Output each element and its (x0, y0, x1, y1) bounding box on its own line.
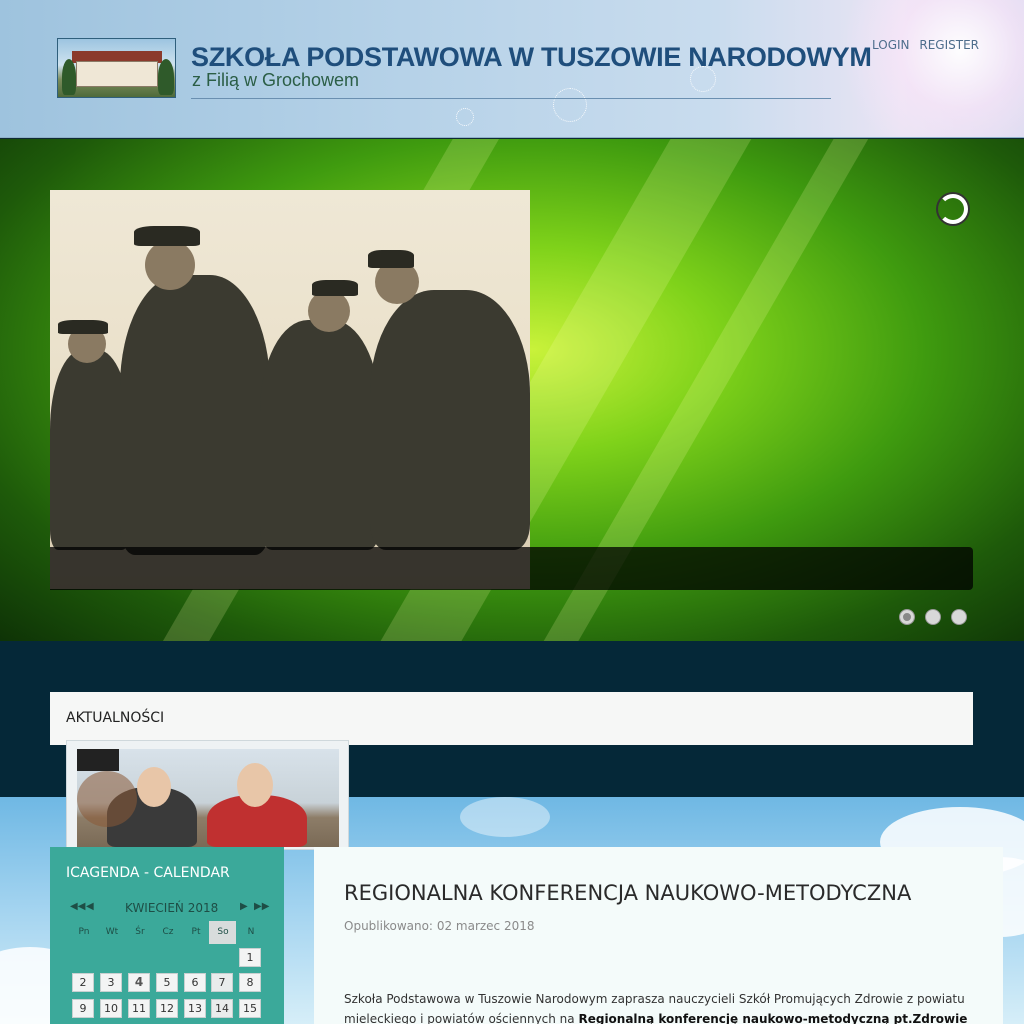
calendar-day[interactable]: 13 (184, 999, 206, 1018)
news-thumbnail[interactable] (66, 740, 349, 850)
calendar-dayname: Cz (162, 927, 174, 937)
register-link[interactable]: REGISTER (919, 38, 979, 52)
photo-figure-cap (312, 280, 358, 296)
prev-year-icon[interactable]: ◀◀ (70, 901, 85, 912)
calendar-day[interactable]: 15 (239, 999, 261, 1018)
title-divider (191, 98, 831, 99)
calendar-day[interactable]: 11 (128, 999, 150, 1018)
next-month-icon[interactable]: ▶ (240, 901, 248, 912)
published-label: Opublikowano: (344, 919, 433, 933)
calendar-day[interactable]: 5 (156, 973, 178, 992)
slide-caption-bar (50, 547, 973, 590)
calendar-day[interactable]: 12 (156, 999, 178, 1018)
calendar-day[interactable]: 3 (100, 973, 122, 992)
article-text-line: mieleckiego i powiatów ościennych na Reg… (344, 1009, 974, 1024)
photo-figure (50, 350, 130, 550)
slider-loader-icon (938, 194, 968, 224)
photo-figure (260, 320, 380, 550)
photo-figure (120, 275, 270, 555)
prev-month-icon[interactable]: ◀ (86, 901, 94, 912)
next-year-icon[interactable]: ▶▶ (254, 901, 269, 912)
calendar-day[interactable]: 8 (239, 973, 261, 992)
calendar-day[interactable]: 7 (211, 973, 233, 992)
calendar-dayname: N (247, 927, 255, 937)
image-slider[interactable] (0, 139, 1024, 641)
news-heading[interactable]: AKTUALNOŚCI (66, 710, 164, 726)
slide-photo[interactable] (50, 190, 530, 589)
calendar-day[interactable]: 4 (128, 973, 150, 992)
photo-person-hair (77, 771, 137, 827)
photo-figure-cap (134, 226, 200, 246)
site-subtitle: z Filią w Grochowem (192, 70, 360, 90)
article-title[interactable]: REGIONALNA KONFERENCJA NAUKOWO-METODYCZN… (344, 881, 911, 905)
calendar-dayname: So (217, 927, 229, 937)
article-body: Szkoła Podstawowa w Tuszowie Narodowym z… (344, 989, 974, 1024)
article: REGIONALNA KONFERENCJA NAUKOWO-METODYCZN… (314, 847, 1003, 1024)
site-header: SZKOŁA PODSTAWOWA W TUSZOWIE NARODOWYM z… (0, 0, 1024, 138)
news-thumbnail-image (77, 749, 339, 847)
logo-tree (158, 59, 174, 95)
calendar-day[interactable]: 2 (72, 973, 94, 992)
slider-dot-1[interactable] (899, 609, 915, 625)
dandelion-decoration (553, 88, 587, 122)
article-meta: Opublikowano: 02 marzec 2018 (344, 919, 535, 933)
calendar-dayname: Wt (105, 927, 119, 937)
slider-dot-2[interactable] (925, 609, 941, 625)
photo-figure (370, 290, 530, 550)
logo-house (76, 61, 158, 87)
calendar-day[interactable]: 10 (100, 999, 122, 1018)
calendar-day[interactable]: 14 (211, 999, 233, 1018)
site-title[interactable]: SZKOŁA PODSTAWOWA W TUSZOWIE NARODOWYM (191, 42, 872, 73)
calendar-dayname: Pt (191, 927, 201, 937)
cloud-decoration (460, 797, 550, 837)
photo-figure-head (308, 290, 350, 332)
published-date: 02 marzec 2018 (436, 919, 535, 933)
dandelion-decoration (456, 108, 474, 126)
photo-person-face (237, 763, 273, 807)
slider-pagination (899, 609, 967, 625)
calendar-dayname: Pn (78, 927, 90, 937)
calendar-title: ICAGENDA - CALENDAR (66, 865, 230, 881)
slider-dot-3[interactable] (951, 609, 967, 625)
calendar-nav: ◀◀ ◀ KWIECIEŃ 2018 ▶ ▶▶ (50, 901, 284, 917)
logo-tree (62, 59, 76, 95)
calendar-month: KWIECIEŃ 2018 (125, 901, 219, 915)
school-logo[interactable] (57, 38, 176, 98)
photo-figure-cap (58, 320, 108, 334)
photo-person-hat (77, 749, 119, 771)
article-text-line: Szkoła Podstawowa w Tuszowie Narodowym z… (344, 992, 965, 1006)
article-text-segment: mieleckiego i powiatów ościennych na (344, 1012, 579, 1024)
calendar-day[interactable]: 1 (239, 948, 261, 967)
top-links: LOGIN REGISTER (872, 38, 985, 52)
article-text-bold: Regionalną konferencję naukowo-metodyczn… (578, 1012, 968, 1024)
calendar-dayname: Śr (135, 927, 145, 937)
news-module-header: AKTUALNOŚCI (50, 692, 973, 745)
photo-figure-head (145, 240, 195, 290)
photo-person-face (137, 767, 171, 807)
photo-figure-cap (368, 250, 414, 268)
calendar-day[interactable]: 9 (72, 999, 94, 1018)
login-link[interactable]: LOGIN (872, 38, 910, 52)
calendar-day[interactable]: 6 (184, 973, 206, 992)
